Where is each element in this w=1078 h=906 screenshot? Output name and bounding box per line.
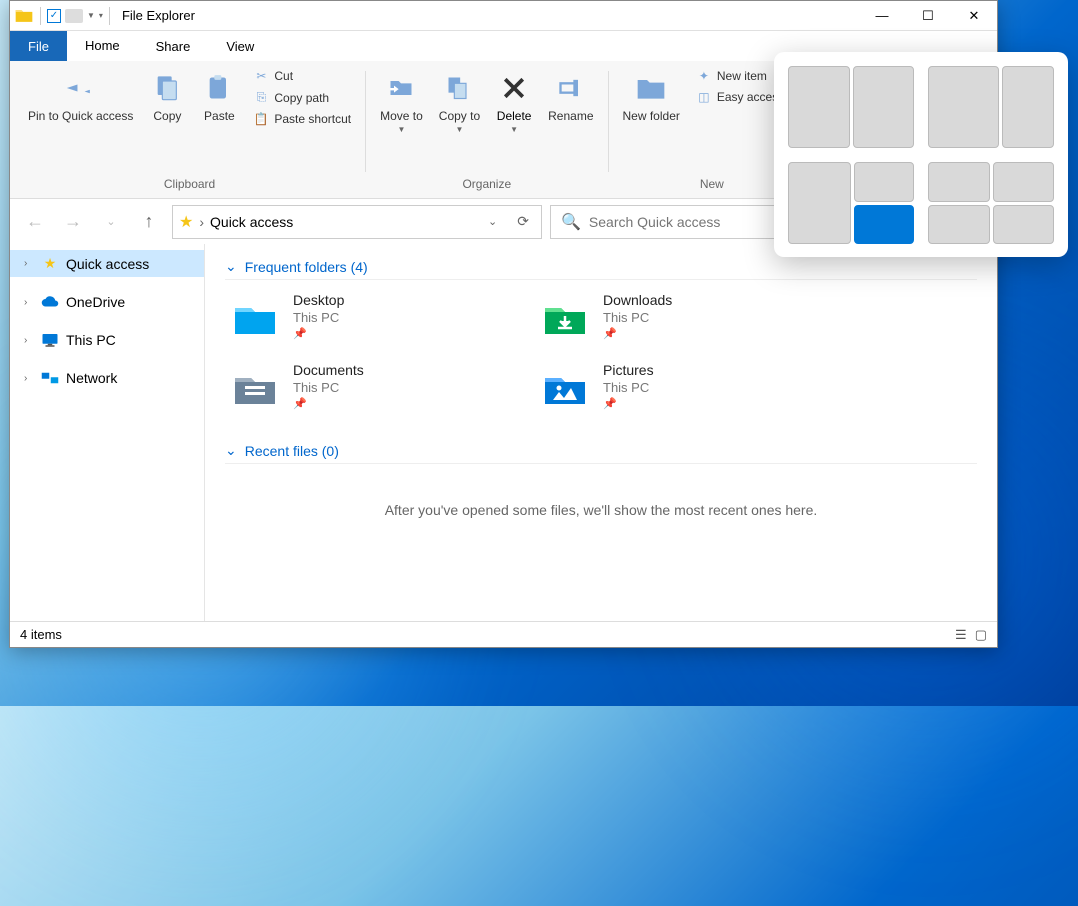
pin-icon: 📌: [603, 397, 654, 410]
delete-icon: [499, 69, 529, 107]
section-frequent-header[interactable]: ⌄ Frequent folders (4): [225, 254, 977, 280]
chevron-down-icon: ⌄: [225, 258, 237, 275]
folder-icon: [229, 292, 281, 344]
copypath-icon: ⎘: [253, 90, 269, 105]
folder-location: This PC: [293, 310, 344, 325]
snap-layout-split2[interactable]: [788, 66, 914, 148]
chevron-down-icon: ⌄: [225, 442, 237, 459]
search-icon: 🔍: [561, 212, 581, 232]
delete-button[interactable]: Delete▼: [488, 65, 540, 138]
sidebar-item-network[interactable]: › Network: [10, 365, 204, 391]
thumbnails-view-button[interactable]: ▢: [975, 627, 987, 643]
tab-share[interactable]: Share: [138, 31, 209, 61]
pin-icon: 📌: [293, 327, 344, 340]
rename-icon: [557, 69, 585, 107]
pin-quickaccess-button[interactable]: Pin to Quick access: [20, 65, 141, 129]
chevron-icon[interactable]: ›: [24, 373, 34, 384]
titlebar: ✓ ▼ ▾ File Explorer — ☐ ✕: [10, 1, 997, 31]
sidebar-item-quickaccess[interactable]: › ★ Quick access: [10, 250, 204, 277]
folder-item[interactable]: Downloads This PC 📌: [535, 288, 815, 348]
tab-view[interactable]: View: [208, 31, 272, 61]
window-title: File Explorer: [122, 8, 195, 23]
address-dropdown-icon[interactable]: ⌄: [480, 215, 505, 228]
minimize-button[interactable]: —: [859, 1, 905, 31]
folder-icon: [539, 292, 591, 344]
details-view-button[interactable]: ☰: [955, 627, 967, 643]
folder-icon: [229, 362, 281, 414]
qat-properties-icon[interactable]: ✓: [47, 9, 61, 23]
folder-name: Desktop: [293, 292, 344, 308]
up-button[interactable]: ↑: [134, 207, 164, 237]
chevron-icon[interactable]: ›: [24, 297, 34, 308]
ribbon-group-clipboard: Pin to Quick access Copy Paste ✂Cut ⎘Cop…: [16, 65, 363, 198]
newitem-icon: ✦: [696, 69, 712, 83]
cloud-icon: [40, 296, 60, 308]
quickaccess-star-icon: ★: [179, 212, 193, 232]
star-icon: ★: [40, 255, 60, 272]
pin-icon: 📌: [603, 327, 672, 340]
pasteshortcut-button[interactable]: 📋Paste shortcut: [249, 110, 355, 128]
section-recent-header[interactable]: ⌄ Recent files (0): [225, 438, 977, 464]
copy-button[interactable]: Copy: [141, 65, 193, 129]
tab-home[interactable]: Home: [67, 31, 138, 61]
breadcrumb-separator-icon: ›: [199, 214, 204, 230]
folder-name: Downloads: [603, 292, 672, 308]
folder-name: Pictures: [603, 362, 654, 378]
status-item-count: 4 items: [20, 627, 62, 642]
qat-customize-icon[interactable]: ▾: [99, 11, 103, 20]
copyto-icon: [445, 69, 473, 107]
monitor-icon: [40, 332, 60, 348]
easyaccess-icon: ◫: [696, 90, 712, 104]
paste-button[interactable]: Paste: [193, 65, 245, 129]
paste-icon: [205, 69, 233, 107]
sidebar-item-thispc[interactable]: › This PC: [10, 327, 204, 353]
folder-location: This PC: [293, 380, 364, 395]
copypath-button[interactable]: ⎘Copy path: [249, 88, 355, 107]
folder-item[interactable]: Desktop This PC 📌: [225, 288, 505, 348]
moveto-button[interactable]: Move to▼: [372, 65, 431, 138]
folder-location: This PC: [603, 380, 654, 395]
rename-button[interactable]: Rename: [540, 65, 601, 129]
history-dropdown[interactable]: ⌄: [96, 207, 126, 237]
moveto-icon: [387, 69, 415, 107]
chevron-icon[interactable]: ›: [24, 258, 34, 269]
newfolder-button[interactable]: New folder: [615, 65, 688, 129]
navigation-pane: › ★ Quick access › OneDrive › This PC › …: [10, 244, 205, 629]
snap-layouts-flyout: [774, 52, 1068, 257]
newfolder-icon: [635, 69, 667, 107]
qat-newfolder-icon[interactable]: [65, 9, 83, 23]
pin-icon: 📌: [293, 397, 364, 410]
folder-item[interactable]: Pictures This PC 📌: [535, 358, 815, 418]
refresh-button[interactable]: ⟳: [511, 213, 535, 230]
statusbar: 4 items ☰ ▢: [10, 621, 997, 647]
copy-icon: [153, 69, 181, 107]
copyto-button[interactable]: Copy to▼: [431, 65, 488, 138]
snap-layout-split2-wide[interactable]: [928, 66, 1054, 148]
app-icon: [14, 6, 34, 26]
pasteshortcut-icon: 📋: [253, 112, 269, 126]
close-button[interactable]: ✕: [951, 1, 997, 31]
cut-button[interactable]: ✂Cut: [249, 67, 355, 85]
ribbon-group-organize: Move to▼ Copy to▼ Delete▼ Rename Organiz…: [368, 65, 605, 198]
cut-icon: ✂: [253, 69, 269, 83]
back-button[interactable]: ←: [20, 207, 50, 237]
content-pane: ⌄ Frequent folders (4) Desktop This PC 📌…: [205, 244, 997, 629]
folder-item[interactable]: Documents This PC 📌: [225, 358, 505, 418]
folder-name: Documents: [293, 362, 364, 378]
sidebar-item-onedrive[interactable]: › OneDrive: [10, 289, 204, 315]
chevron-icon[interactable]: ›: [24, 335, 34, 346]
folder-location: This PC: [603, 310, 672, 325]
tab-file[interactable]: File: [10, 31, 67, 61]
snap-layout-quad[interactable]: [928, 162, 1054, 244]
breadcrumb-location[interactable]: Quick access: [210, 214, 293, 230]
recent-empty-message: After you've opened some files, we'll sh…: [225, 472, 977, 548]
forward-button[interactable]: →: [58, 207, 88, 237]
maximize-button[interactable]: ☐: [905, 1, 951, 31]
pin-icon: [66, 69, 96, 107]
address-bar[interactable]: ★ › Quick access ⌄ ⟳: [172, 205, 542, 239]
qat-dropdown-icon[interactable]: ▼: [87, 11, 95, 20]
network-icon: [40, 370, 60, 386]
folder-icon: [539, 362, 591, 414]
snap-layout-3col-left[interactable]: [788, 162, 914, 244]
